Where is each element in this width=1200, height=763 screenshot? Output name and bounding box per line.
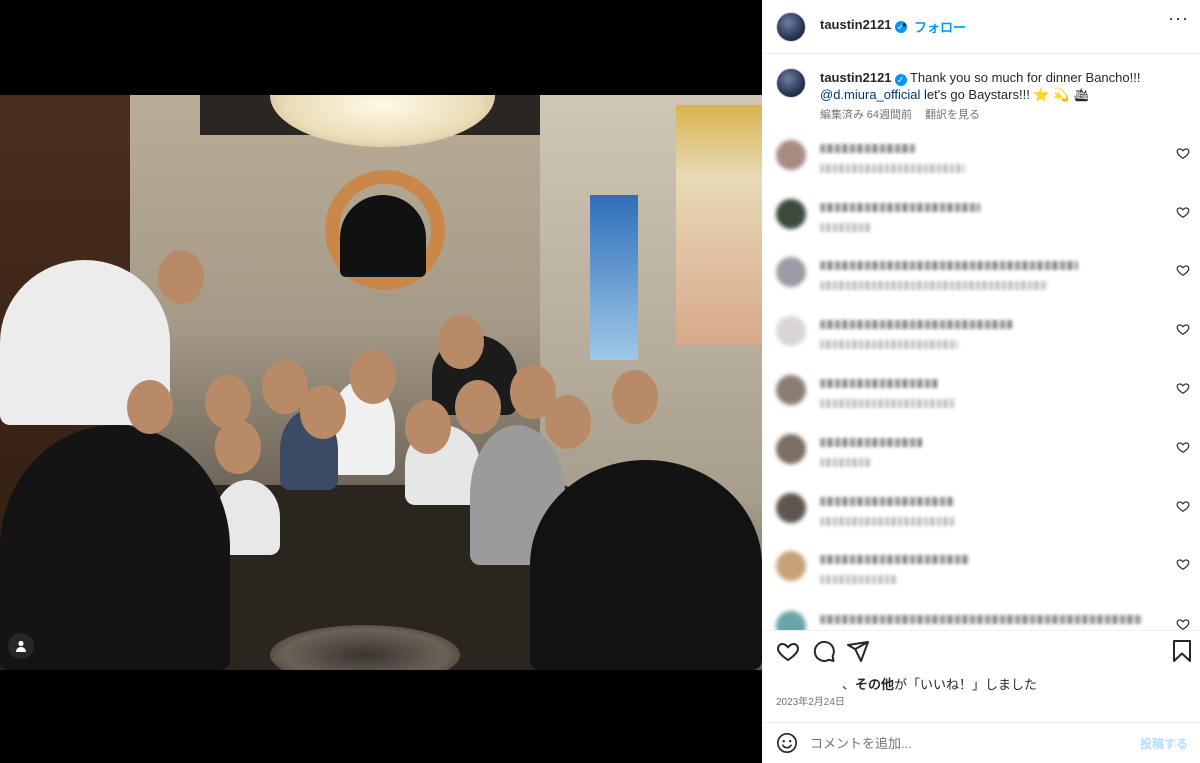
heart-icon[interactable]	[1176, 617, 1190, 630]
heart-icon[interactable]	[1176, 263, 1190, 277]
avatar[interactable]	[776, 316, 806, 346]
likes-others[interactable]: その他	[855, 677, 894, 692]
post-viewer: taustin2121 ✓ • フォロー ··· taustin2121 ✓ Tha…	[0, 0, 1200, 763]
face	[455, 380, 501, 434]
avatar[interactable]	[776, 375, 806, 405]
heart-icon[interactable]	[1176, 381, 1190, 395]
avatar[interactable]	[776, 611, 806, 630]
avatar[interactable]	[776, 434, 806, 464]
time-ago[interactable]: 64週間前	[867, 109, 912, 121]
comment-meta-blurred	[820, 164, 965, 173]
ceiling-lamp	[270, 95, 495, 147]
comment-item	[776, 605, 1190, 630]
mention-link[interactable]: @d.miura_official	[820, 87, 920, 102]
post-photo[interactable]	[0, 95, 762, 670]
caption-line-1: Thank you so much for dinner Bancho!!!	[909, 70, 1141, 85]
comment-input[interactable]	[810, 732, 1130, 754]
caption-line-2: let's go Baystars!!! ⭐ 💫 🛳	[924, 87, 1090, 102]
face	[510, 365, 556, 419]
comment-text-blurred	[820, 261, 1078, 270]
comment-meta-blurred	[820, 399, 955, 408]
heart-icon[interactable]	[1176, 322, 1190, 336]
avatar[interactable]	[776, 12, 806, 42]
face	[127, 380, 173, 434]
separator-dot: •	[902, 17, 907, 32]
post-date[interactable]: 2023年2月24日	[776, 693, 845, 708]
edited-label: 編集済み	[820, 109, 864, 121]
verified-badge-icon: ✓	[894, 74, 907, 86]
add-comment-bar: 投稿する	[762, 722, 1200, 763]
heart-icon[interactable]	[1176, 205, 1190, 219]
tagged-users-button[interactable]	[8, 633, 34, 659]
comment-item	[776, 134, 1190, 184]
avatar[interactable]	[776, 199, 806, 229]
avatar[interactable]	[776, 493, 806, 523]
heart-icon[interactable]	[776, 639, 800, 663]
comment-item	[776, 251, 1190, 301]
face	[262, 360, 308, 414]
pendant-lamp	[340, 195, 426, 277]
comment-item	[776, 193, 1190, 243]
comment-icon[interactable]	[812, 639, 836, 663]
wall-poster	[676, 105, 762, 345]
heart-icon[interactable]	[1176, 440, 1190, 454]
comment-item	[776, 428, 1190, 478]
comment-meta-blurred	[820, 223, 872, 232]
face	[612, 370, 658, 424]
caption-text: taustin2121 ✓ Thank you so much for dinne…	[820, 69, 1190, 103]
avatar[interactable]	[776, 68, 806, 98]
caption-meta: 編集済み · 64週間前 翻訳を見る	[820, 109, 981, 121]
post-header: taustin2121 ✓ • フォロー ···	[762, 0, 1200, 54]
action-bar	[762, 630, 1200, 670]
avatar[interactable]	[776, 257, 806, 287]
paper-plane-icon[interactable]	[846, 639, 870, 663]
heart-icon[interactable]	[1176, 557, 1190, 571]
caption-username[interactable]: taustin2121	[820, 70, 892, 85]
wall-poster	[590, 195, 638, 360]
avatar[interactable]	[776, 551, 806, 581]
avatar[interactable]	[776, 140, 806, 170]
comment-text-blurred	[820, 379, 938, 388]
comment-list[interactable]	[762, 130, 1200, 630]
comment-text-blurred	[820, 438, 922, 447]
post-comment-button[interactable]: 投稿する	[1140, 735, 1188, 752]
face	[438, 315, 484, 369]
photo-pane	[0, 0, 762, 763]
face	[158, 250, 204, 304]
comment-text-blurred	[820, 615, 1142, 624]
heart-icon[interactable]	[1176, 499, 1190, 513]
smiley-icon[interactable]	[776, 732, 798, 754]
comment-item	[776, 310, 1190, 360]
likes-comma: 、	[842, 677, 856, 692]
comment-text-blurred	[820, 555, 970, 564]
comment-text-blurred	[820, 320, 1012, 329]
likes-suffix: が「いいね！」しました	[894, 677, 1038, 692]
face	[350, 350, 396, 404]
translate-link[interactable]: 翻訳を見る	[925, 109, 980, 121]
comment-meta-blurred	[820, 575, 898, 584]
person	[530, 460, 762, 670]
more-options-icon[interactable]: ···	[1168, 8, 1189, 29]
comment-item	[776, 487, 1190, 537]
likes-summary[interactable]: 、その他が「いいね！」しました	[776, 674, 1037, 693]
comment-text-blurred	[820, 144, 915, 153]
bookmark-icon[interactable]	[1170, 639, 1194, 663]
heart-icon[interactable]	[1176, 146, 1190, 160]
post-sidebar: taustin2121 ✓ • フォロー ··· taustin2121 ✓ Tha…	[762, 0, 1200, 763]
comment-meta-blurred	[820, 517, 955, 526]
comment-item	[776, 545, 1190, 595]
person	[0, 425, 230, 670]
liker-name-blurred	[776, 677, 842, 689]
face	[215, 420, 261, 474]
face	[405, 400, 451, 454]
comment-text-blurred	[820, 497, 955, 506]
follow-button[interactable]: フォロー	[914, 17, 966, 36]
comment-meta-blurred	[820, 340, 958, 349]
comment-text-blurred	[820, 203, 980, 212]
person-icon	[16, 640, 26, 652]
author-username[interactable]: taustin2121	[820, 17, 892, 32]
comment-meta-blurred	[820, 458, 872, 467]
comment-meta-blurred	[820, 281, 1048, 290]
comment-item	[776, 369, 1190, 419]
